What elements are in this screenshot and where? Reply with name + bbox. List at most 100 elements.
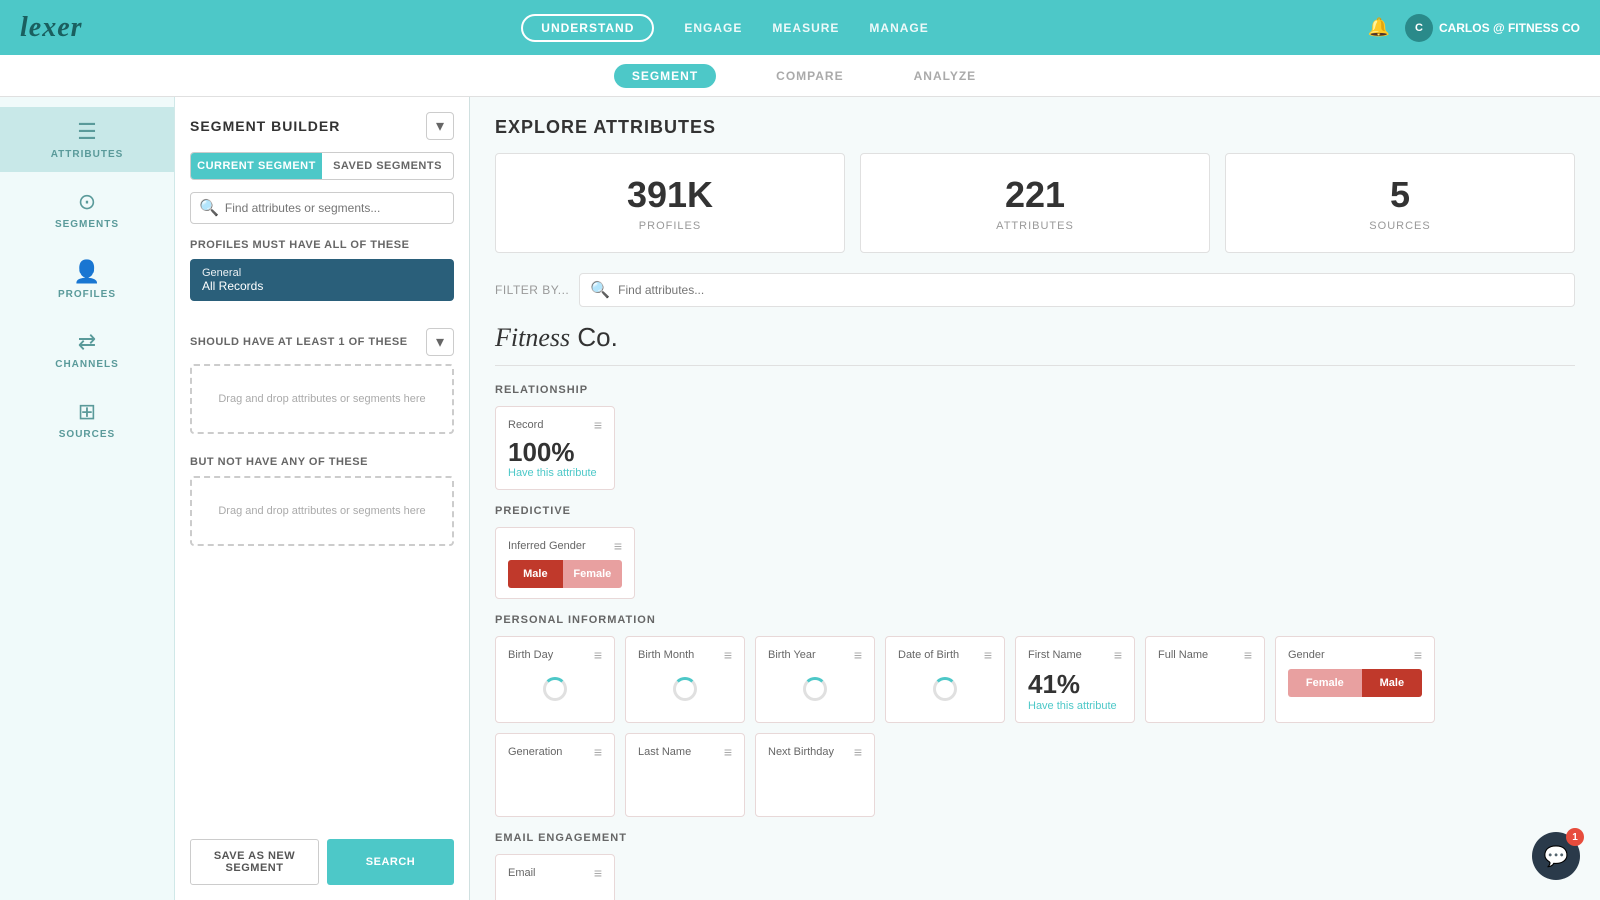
stat-sources: 5 SOURCES (1225, 153, 1575, 253)
full-name-body (1158, 669, 1252, 709)
email-menu-icon[interactable]: ≡ (594, 865, 602, 881)
segment-builder-tabs: CURRENT SEGMENT SAVED SEGMENTS (190, 152, 454, 180)
nav-engage[interactable]: ENGAGE (684, 21, 742, 35)
segment-builder-panel: SEGMENT BUILDER ▾ CURRENT SEGMENT SAVED … (175, 97, 470, 900)
birth-day-body (508, 669, 602, 709)
full-name-menu-icon[interactable]: ≡ (1244, 647, 1252, 663)
search-button[interactable]: SEARCH (327, 839, 454, 885)
email-engagement-cards: Email ≡ (495, 854, 1575, 900)
tab-compare[interactable]: COMPARE (766, 69, 853, 83)
generation-card: Generation ≡ (495, 733, 615, 817)
brand-header: Fitness Co. (495, 322, 1575, 366)
last-name-menu-icon[interactable]: ≡ (724, 744, 732, 760)
birth-month-menu-icon[interactable]: ≡ (724, 647, 732, 663)
profiles-icon: 👤 (73, 259, 100, 285)
sidebar-item-attributes[interactable]: ☰ ATTRIBUTES (0, 107, 174, 172)
should-have-dropdown-button[interactable]: ▾ (426, 328, 454, 356)
generation-menu-icon[interactable]: ≡ (594, 744, 602, 760)
gender-title: Gender (1288, 649, 1325, 661)
date-of-birth-title: Date of Birth (898, 649, 959, 661)
understand-button[interactable]: UNDERSTAND (521, 14, 654, 42)
brand-name: Fitness Co. (495, 322, 1575, 353)
nav-manage[interactable]: MANAGE (869, 21, 928, 35)
date-of-birth-card: Date of Birth ≡ (885, 636, 1005, 723)
profiles-value: 391K (516, 174, 824, 216)
record-percent-value: 100% (508, 439, 602, 465)
birth-year-menu-icon[interactable]: ≡ (854, 647, 862, 663)
filter-row: FILTER BY... 🔍 (495, 273, 1575, 307)
username-label: CARLOS @ FITNESS CO (1439, 21, 1580, 35)
generation-header: Generation ≡ (508, 744, 602, 760)
email-body (508, 887, 602, 900)
next-birthday-title: Next Birthday (768, 746, 834, 758)
must-have-item: General All Records (190, 259, 454, 301)
tab-current-segment[interactable]: CURRENT SEGMENT (191, 153, 322, 179)
stat-attributes: 221 ATTRIBUTES (860, 153, 1210, 253)
birth-day-menu-icon[interactable]: ≡ (594, 647, 602, 663)
birth-day-card: Birth Day ≡ (495, 636, 615, 723)
date-of-birth-header: Date of Birth ≡ (898, 647, 992, 663)
birth-month-title: Birth Month (638, 649, 694, 661)
logo: lexer (20, 12, 83, 44)
personal-info-section-header: PERSONAL INFORMATION (495, 614, 1575, 626)
record-title: Record (508, 419, 543, 431)
first-name-pct-value: 41% (1028, 669, 1122, 700)
profiles-label: PROFILES (516, 220, 824, 232)
sidebar-label-sources: SOURCES (59, 429, 115, 440)
filter-label: FILTER BY... (495, 283, 569, 297)
inferred-gender-menu-icon[interactable]: ≡ (614, 538, 622, 554)
filter-search-container: 🔍 (579, 273, 1575, 307)
main-layout: ☰ ATTRIBUTES ⊙ SEGMENTS 👤 PROFILES ⇄ CHA… (0, 97, 1600, 900)
segment-search-container: 🔍 (190, 192, 454, 224)
tab-saved-segments[interactable]: SAVED SEGMENTS (322, 153, 453, 179)
must-not-have-title: BUT NOT HAVE ANY OF THESE (190, 456, 368, 468)
relationship-cards: Record ≡ 100% Have this attribute (495, 406, 1575, 490)
next-birthday-card: Next Birthday ≡ (755, 733, 875, 817)
sources-icon: ⊞ (78, 399, 96, 425)
birth-month-body (638, 669, 732, 709)
nav-measure[interactable]: MEASURE (772, 21, 839, 35)
segment-search-input[interactable] (225, 201, 445, 215)
segment-builder-title: SEGMENT BUILDER (190, 118, 340, 134)
gender-male: Male (1362, 669, 1422, 697)
sidebar-item-segments[interactable]: ⊙ SEGMENTS (0, 177, 174, 242)
gender-bar: Female Male (1288, 669, 1422, 697)
first-name-pct-sub: Have this attribute (1028, 700, 1122, 712)
record-menu-icon[interactable]: ≡ (594, 417, 602, 433)
last-name-card: Last Name ≡ (625, 733, 745, 817)
must-not-have-drop-hint: Drag and drop attributes or segments her… (218, 505, 425, 517)
filter-search-input[interactable] (618, 283, 1564, 297)
last-name-body (638, 766, 732, 806)
inferred-gender-title: Inferred Gender (508, 540, 586, 552)
first-name-menu-icon[interactable]: ≡ (1114, 647, 1122, 663)
save-as-new-segment-button[interactable]: SAVE AS NEW SEGMENT (190, 839, 319, 885)
next-birthday-menu-icon[interactable]: ≡ (854, 744, 862, 760)
chat-bubble-button[interactable]: 💬 1 (1532, 832, 1580, 880)
sidebar-item-profiles[interactable]: 👤 PROFILES (0, 247, 174, 312)
filter-search-icon: 🔍 (590, 280, 610, 300)
tab-segment[interactable]: SEGMENT (614, 64, 716, 88)
sidebar: ☰ ATTRIBUTES ⊙ SEGMENTS 👤 PROFILES ⇄ CHA… (0, 97, 175, 900)
brand-script: Fitness (495, 323, 570, 352)
chat-badge: 1 (1566, 828, 1584, 846)
sidebar-label-channels: CHANNELS (55, 359, 119, 370)
generation-body (508, 766, 602, 806)
birth-year-body (768, 669, 862, 709)
gender-menu-icon[interactable]: ≡ (1414, 647, 1422, 663)
notification-bell-icon[interactable]: 🔔 (1368, 17, 1390, 38)
first-name-header: First Name ≡ (1028, 647, 1122, 663)
segments-icon: ⊙ (78, 189, 96, 215)
inferred-gender-bar: Male Female (508, 560, 622, 588)
birth-day-spinner (543, 677, 567, 701)
should-have-drop-zone: Drag and drop attributes or segments her… (190, 364, 454, 434)
segment-builder-dropdown-button[interactable]: ▾ (426, 112, 454, 140)
sidebar-item-channels[interactable]: ⇄ CHANNELS (0, 317, 174, 382)
sidebar-item-sources[interactable]: ⊞ SOURCES (0, 387, 174, 452)
first-name-card: First Name ≡ 41% Have this attribute (1015, 636, 1135, 723)
generation-title: Generation (508, 746, 562, 758)
sidebar-label-profiles: PROFILES (58, 289, 116, 300)
date-of-birth-menu-icon[interactable]: ≡ (984, 647, 992, 663)
must-have-title: PROFILES MUST HAVE ALL OF THESE (190, 239, 454, 251)
tab-analyze[interactable]: ANALYZE (904, 69, 987, 83)
record-card: Record ≡ 100% Have this attribute (495, 406, 615, 490)
